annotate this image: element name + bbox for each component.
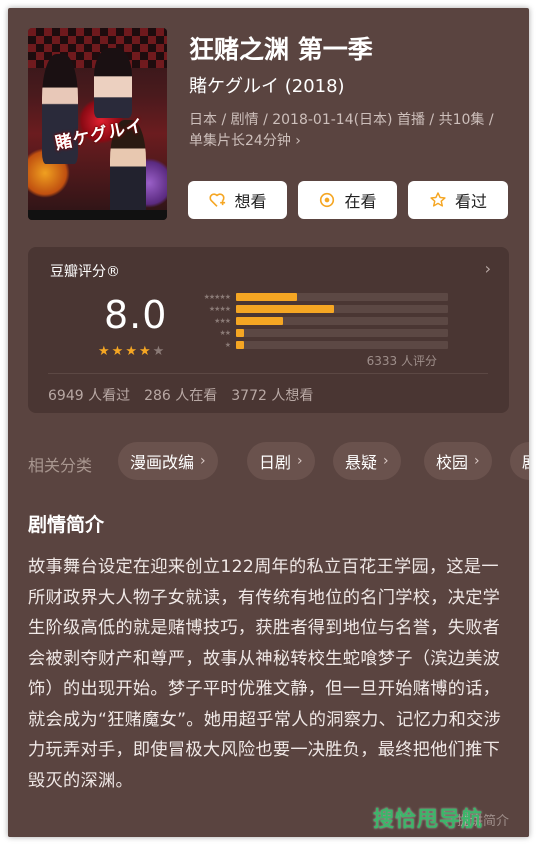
chip-label: 漫画改编 [130,453,195,472]
rating-count: 6333 人评分 [366,354,437,368]
star-filled-icon: ★ [138,344,151,359]
distribution-track [236,293,448,301]
distribution-bar [236,341,245,349]
star-empty-icon: ★ [152,344,165,359]
chevron-right-icon: › [295,133,301,149]
want-to-watch-label: 想看 [234,192,267,211]
meta-info[interactable]: 日本 / 剧情 / 2018-01-14(日本) 首播 / 共10集 / 单集片… [189,110,509,152]
category-chip-mystery[interactable]: 悬疑 › [333,442,401,480]
chip-label: 剧 [522,449,529,473]
distribution-track [236,329,448,337]
poster-footer-strip [28,210,167,220]
chevron-right-icon: › [200,453,206,469]
original-title: 賭ケグルイ (2018) [189,76,345,97]
rating-source-label: 豆瓣评分® [50,264,120,280]
watching-button[interactable]: 在看 [298,181,397,219]
rating-card[interactable]: 豆瓣评分® › 8.0 ★ ★ ★ ★ ★ ★★★★★ ★★★★ ★★★ ★★ ★ 6333 人… [28,247,509,413]
rating-distribution: ★★★★★ ★★★★ ★★★ ★★ ★ [186,291,448,351]
synopsis-text: 故事舞台设定在迎来创立122周年的私立百花王学园，这是一所财政界大人物子女就读，… [28,557,502,791]
rating-score: 8.0 [104,293,168,337]
chip-label: 日剧 [259,453,292,472]
category-chip-jdrama[interactable]: 日剧 › [247,442,315,480]
category-chip-more[interactable]: 剧 [510,442,529,480]
chip-label: 悬疑 [345,453,378,472]
rating-stars: ★ ★ ★ ★ ★ [98,345,164,358]
watched-label: 看过 [454,192,487,211]
chevron-right-icon: › [383,453,389,469]
star-outline-icon [430,192,446,207]
watching-count: 286 人在看 [144,388,218,404]
chevron-right-icon: › [297,453,303,469]
distribution-bar [236,305,334,313]
poster-image[interactable]: 賭ケグルイ [28,28,167,220]
distribution-star-label: ★ [224,341,231,349]
distribution-row: ★★★★★ [186,291,448,303]
heart-plus-icon [209,193,226,207]
distribution-bar [236,329,245,337]
poster-character [94,48,132,118]
watched-button[interactable]: 看过 [408,181,508,219]
distribution-track [236,317,448,325]
distribution-track [236,341,448,349]
distribution-bar [236,317,283,325]
record-circle-icon [320,192,335,208]
chevron-right-icon: › [474,453,480,469]
distribution-star-label: ★★★★★ [203,293,231,301]
distribution-row: ★★★★ [186,303,448,315]
star-filled-icon: ★ [125,344,137,359]
distribution-row: ★ [186,339,448,351]
distribution-row: ★★★ [186,315,448,327]
distribution-row: ★★ [186,327,448,339]
watch-stats: 6949 人看过 286 人在看 3772 人想看 [48,385,313,405]
star-filled-icon: ★ [111,344,124,359]
distribution-star-label: ★★★★ [208,305,231,313]
category-chip-manga-adaptation[interactable]: 漫画改编 › [118,442,218,480]
watermark-text: 搜恰甩导航 [373,807,483,831]
divider [48,373,488,374]
want-to-watch-button[interactable]: 想看 [188,181,287,219]
distribution-star-label: ★★★ [214,317,231,325]
categories-label: 相关分类 [28,456,93,475]
distribution-bar [236,293,298,301]
synopsis-title: 剧情简介 [28,514,105,536]
star-filled-icon: ★ [98,344,110,359]
watched-count: 6949 人看过 [48,388,131,404]
page-title: 狂赌之渊 第一季 [189,35,373,64]
app-screen: 賭ケグルイ 狂赌之渊 第一季 賭ケグルイ (2018) 日本 / 剧情 / 20… [8,8,529,837]
meta-text: 日本 / 剧情 / 2018-01-14(日本) 首播 / 共10集 / 单集片… [189,112,494,149]
distribution-track [236,305,448,313]
want-count: 3772 人想看 [231,388,314,404]
chevron-right-icon[interactable]: › [485,259,491,278]
watching-label: 在看 [344,192,377,211]
chip-label: 校园 [436,453,469,472]
category-chip-school[interactable]: 校园 › [424,442,492,480]
distribution-star-label: ★★ [219,329,231,337]
